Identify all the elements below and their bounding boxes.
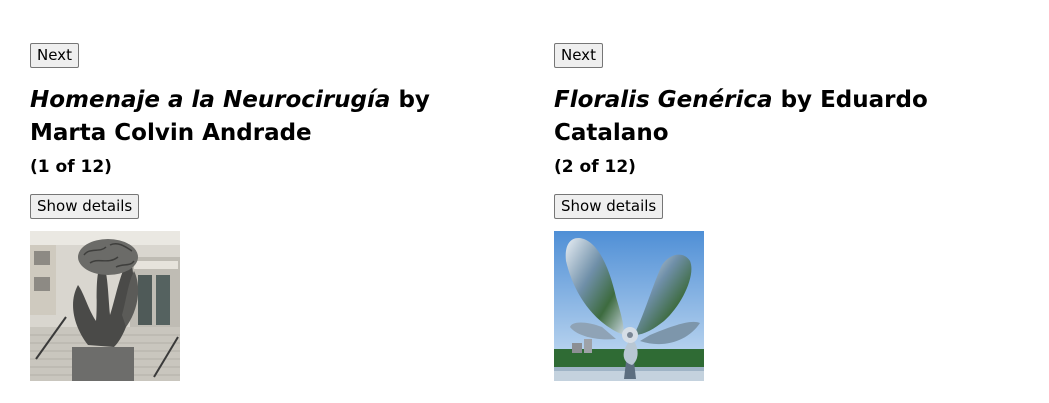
next-button[interactable]: Next: [30, 43, 79, 68]
sculpture-name: Floralis Genérica: [554, 87, 773, 113]
sculpture-title: Floralis Genérica by Eduardo Catalano: [554, 84, 1034, 150]
show-details-button[interactable]: Show details: [30, 194, 140, 219]
gallery-card-2: Next Floralis Genérica by Eduardo Catala…: [554, 43, 1034, 381]
sculpture-name: Homenaje a la Neurocirugía: [30, 87, 391, 113]
sculpture-counter: (2 of 12): [554, 157, 636, 177]
sculpture-image: [30, 231, 180, 381]
gallery-card-1: Next Homenaje a la Neurocirugía by Marta…: [30, 43, 510, 381]
next-button[interactable]: Next: [554, 43, 603, 68]
by-label: by: [398, 87, 430, 113]
sculpture-counter: (1 of 12): [30, 157, 112, 177]
sculpture-image: [554, 231, 704, 381]
show-details-button[interactable]: Show details: [554, 194, 664, 219]
sculpture-title: Homenaje a la Neurocirugía by Marta Colv…: [30, 84, 510, 150]
by-label: by: [780, 87, 813, 113]
artist-name: Marta Colvin Andrade: [30, 120, 312, 146]
